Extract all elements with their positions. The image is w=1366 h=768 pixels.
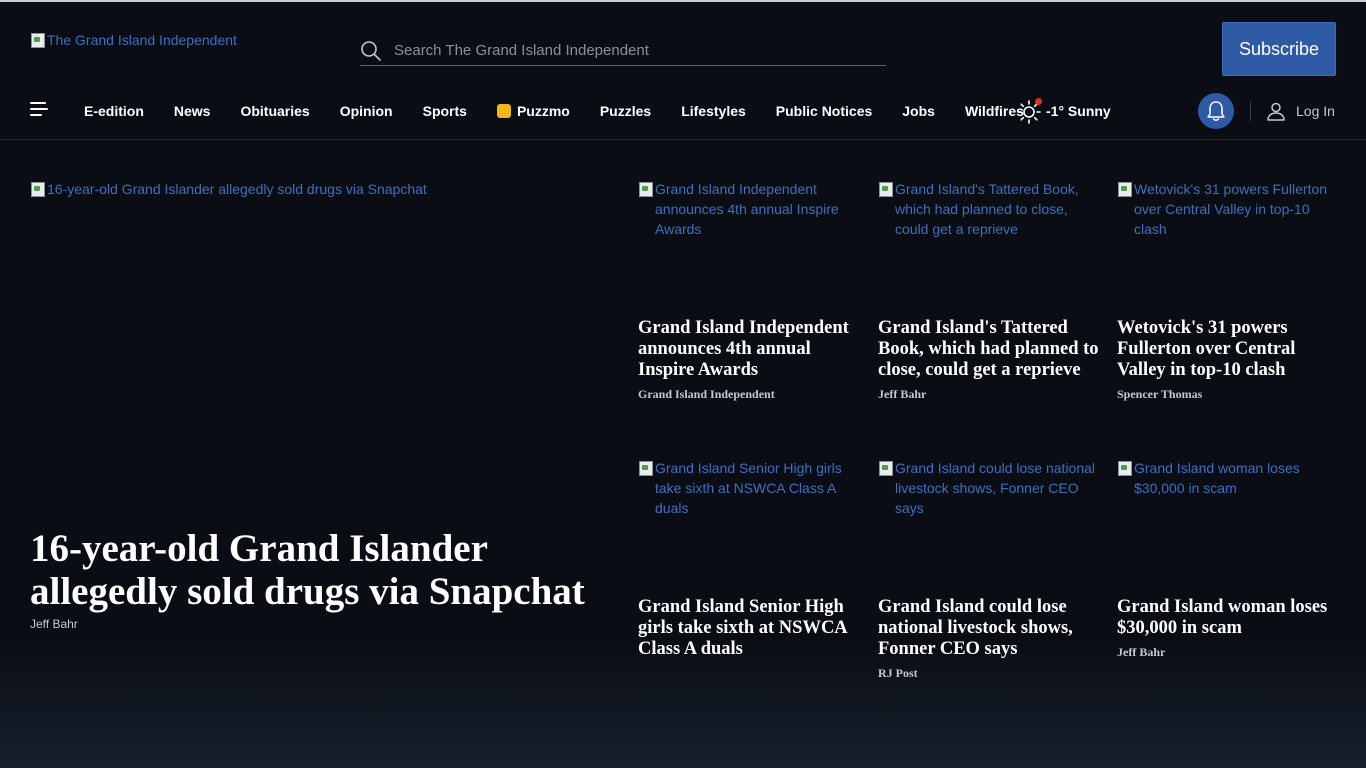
story-author: Jeff Bahr bbox=[878, 387, 927, 401]
nav-items: E-edition News Obituaries Opinion Sports… bbox=[84, 84, 1054, 138]
story-headline[interactable]: Grand Island Independent announces 4th a… bbox=[638, 318, 849, 380]
nav-divider bbox=[1250, 101, 1251, 121]
search-input[interactable] bbox=[394, 42, 864, 59]
nav-item-sports[interactable]: Sports bbox=[423, 103, 467, 119]
story-image-alt: Grand Island Senior High girls take sixt… bbox=[655, 460, 842, 516]
story-image[interactable]: Grand Island Independent announces 4th a… bbox=[638, 179, 860, 309]
sun-icon bbox=[1016, 98, 1042, 124]
broken-image-icon bbox=[878, 181, 894, 197]
lead-story-image-alt: 16-year-old Grand Islander allegedly sol… bbox=[47, 181, 427, 197]
nav-item-opinion[interactable]: Opinion bbox=[340, 103, 393, 119]
story-headline[interactable]: Grand Island could lose national livesto… bbox=[878, 597, 1073, 659]
nav-item-puzzmo[interactable]: Puzzmo bbox=[496, 103, 570, 119]
lead-story-headline[interactable]: 16-year-old Grand Islander allegedly sol… bbox=[30, 527, 620, 613]
puzzmo-icon bbox=[496, 104, 511, 118]
site-logo-alt-text: The Grand Island Independent bbox=[47, 32, 237, 48]
story-headline[interactable]: Grand Island Senior High girls take sixt… bbox=[638, 597, 847, 659]
story-card: Wetovick's 31 powers Fullerton over Cent… bbox=[1117, 179, 1339, 401]
story-author: Spencer Thomas bbox=[1117, 387, 1203, 401]
story-image-alt: Grand Island could lose national livesto… bbox=[895, 460, 1096, 516]
nav-item-jobs[interactable]: Jobs bbox=[902, 103, 935, 119]
subscribe-button[interactable]: Subscribe bbox=[1222, 22, 1336, 76]
story-image[interactable]: Wetovick's 31 powers Fullerton over Cent… bbox=[1117, 179, 1339, 309]
story-card: Grand Island Independent announces 4th a… bbox=[638, 179, 860, 401]
story-image[interactable]: Grand Island could lose national livesto… bbox=[878, 458, 1100, 588]
hamburger-menu-icon[interactable] bbox=[30, 100, 50, 118]
story-card: Grand Island woman loses $30,000 in scam… bbox=[1117, 458, 1339, 659]
story-headline[interactable]: Wetovick's 31 powers Fullerton over Cent… bbox=[1117, 318, 1295, 380]
story-headline[interactable]: Grand Island woman loses $30,000 in scam bbox=[1117, 597, 1327, 638]
story-headline[interactable]: Grand Island's Tattered Book, which had … bbox=[878, 318, 1099, 380]
story-image-alt: Grand Island woman loses $30,000 in scam bbox=[1134, 460, 1300, 496]
nav-item-puzzles[interactable]: Puzzles bbox=[600, 103, 651, 119]
broken-image-icon bbox=[878, 460, 894, 476]
story-image[interactable]: Grand Island woman loses $30,000 in scam bbox=[1117, 458, 1339, 588]
story-card: Grand Island Senior High girls take sixt… bbox=[638, 458, 860, 659]
user-icon bbox=[1267, 102, 1285, 121]
main-nav: E-edition News Obituaries Opinion Sports… bbox=[0, 84, 1366, 140]
login-label: Log In bbox=[1296, 103, 1335, 119]
header: The Grand Island Independent Subscribe bbox=[0, 2, 1366, 82]
story-author: RJ Post bbox=[878, 666, 918, 680]
weather-text: -1° Sunny bbox=[1046, 103, 1111, 119]
lead-story-image[interactable]: 16-year-old Grand Islander allegedly sol… bbox=[30, 179, 610, 199]
search-icon[interactable] bbox=[360, 40, 382, 62]
story-card: Grand Island's Tattered Book, which had … bbox=[878, 179, 1100, 401]
story-author: Jeff Bahr bbox=[1117, 645, 1166, 659]
weather-alert-dot bbox=[1035, 98, 1042, 105]
nav-item-puzzmo-label: Puzzmo bbox=[516, 103, 570, 119]
nav-item-obituaries[interactable]: Obituaries bbox=[240, 103, 309, 119]
broken-image-icon bbox=[30, 181, 46, 197]
nav-item-news[interactable]: News bbox=[174, 103, 211, 119]
login-button[interactable]: Log In bbox=[1266, 101, 1335, 121]
broken-image-icon bbox=[638, 460, 654, 476]
story-image-alt: Wetovick's 31 powers Fullerton over Cent… bbox=[1134, 181, 1328, 237]
story-card: Grand Island could lose national livesto… bbox=[878, 458, 1100, 680]
site-logo[interactable]: The Grand Island Independent bbox=[30, 32, 237, 48]
weather-widget[interactable]: -1° Sunny bbox=[1016, 98, 1111, 124]
story-author: Grand Island Independent bbox=[638, 387, 775, 401]
broken-image-icon bbox=[638, 181, 654, 197]
broken-image-icon bbox=[30, 32, 46, 48]
search-bar bbox=[360, 36, 886, 66]
nav-item-e-edition[interactable]: E-edition bbox=[84, 103, 144, 119]
notifications-bell-icon[interactable] bbox=[1198, 93, 1234, 129]
story-image-alt: Grand Island's Tattered Book, which had … bbox=[895, 181, 1079, 237]
story-image[interactable]: Grand Island Senior High girls take sixt… bbox=[638, 458, 860, 588]
lead-story-author: Jeff Bahr bbox=[30, 617, 78, 631]
story-image[interactable]: Grand Island's Tattered Book, which had … bbox=[878, 179, 1100, 309]
broken-image-icon bbox=[1117, 460, 1133, 476]
story-image-alt: Grand Island Independent announces 4th a… bbox=[655, 181, 839, 237]
broken-image-icon bbox=[1117, 181, 1133, 197]
nav-item-public-notices[interactable]: Public Notices bbox=[776, 103, 872, 119]
nav-item-lifestyles[interactable]: Lifestyles bbox=[681, 103, 746, 119]
